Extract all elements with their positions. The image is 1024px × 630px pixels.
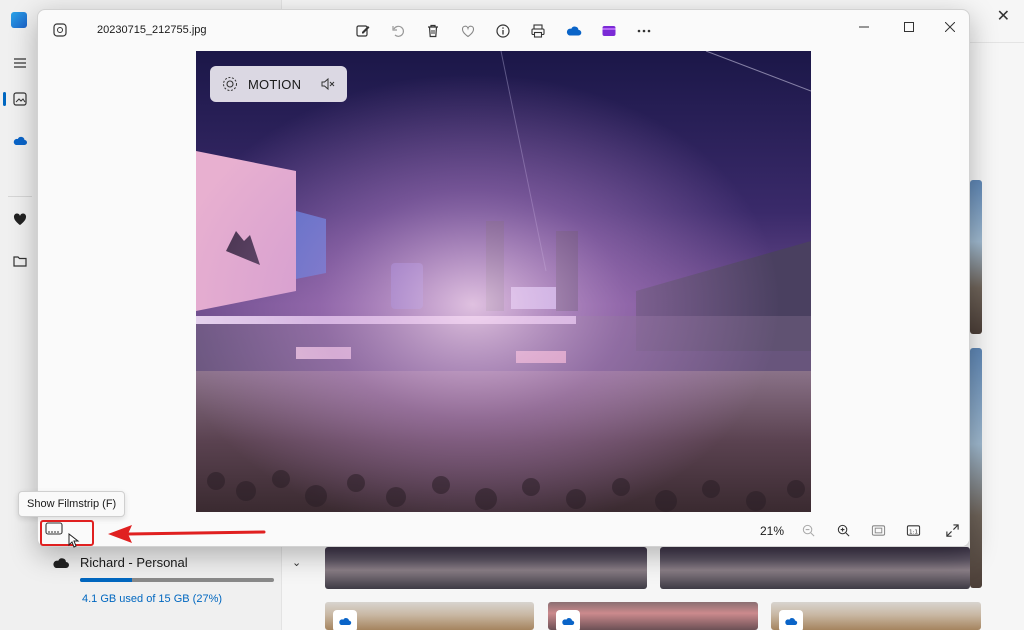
mute-icon[interactable] bbox=[321, 77, 335, 91]
gallery-icon[interactable] bbox=[9, 88, 31, 110]
photo-image[interactable] bbox=[196, 51, 811, 512]
cloud-icon bbox=[53, 558, 69, 568]
background-close-icon[interactable]: ✕ bbox=[997, 6, 1010, 26]
photos-app-icon bbox=[11, 12, 27, 28]
storage-usage[interactable]: 4.1 GB used of 15 GB (27%) bbox=[82, 593, 222, 605]
highlight-box bbox=[40, 520, 94, 546]
clipchamp-icon[interactable] bbox=[599, 21, 619, 41]
photo-thumbnail[interactable] bbox=[660, 547, 970, 589]
photo-thumbnail[interactable] bbox=[970, 180, 982, 334]
actual-size-icon[interactable]: 1:1 bbox=[904, 521, 922, 539]
onedrive-icon[interactable] bbox=[564, 21, 584, 41]
account-name: Richard - Personal bbox=[80, 555, 188, 570]
nav-active-indicator bbox=[3, 92, 6, 106]
zoom-level: 21% bbox=[760, 524, 785, 538]
filmstrip-tooltip: Show Filmstrip (F) bbox=[18, 491, 126, 517]
photo-viewer-window: 20230715_212755.jpg MOTION 21% 1:1 bbox=[37, 9, 970, 547]
viewer-app-icon bbox=[53, 23, 67, 37]
fit-icon[interactable] bbox=[869, 521, 887, 539]
cloud-badge-icon bbox=[333, 610, 357, 630]
photo-thumbnail[interactable] bbox=[325, 547, 647, 589]
photo-thumbnail[interactable] bbox=[325, 602, 534, 630]
concert-photo bbox=[196, 51, 811, 512]
delete-icon[interactable] bbox=[423, 21, 443, 41]
nav-divider bbox=[8, 196, 32, 197]
cloud-badge-icon bbox=[779, 610, 803, 630]
motion-label: MOTION bbox=[248, 76, 302, 92]
edit-icon[interactable] bbox=[353, 21, 373, 41]
mouse-cursor-icon bbox=[68, 533, 80, 548]
nav-rail bbox=[0, 0, 38, 630]
minimize-icon[interactable] bbox=[849, 15, 879, 39]
info-icon[interactable] bbox=[493, 21, 513, 41]
photo-thumbnail[interactable] bbox=[970, 348, 982, 588]
storage-bar-fill bbox=[80, 578, 133, 582]
folders-icon[interactable] bbox=[9, 250, 31, 272]
cloud-badge-icon bbox=[556, 610, 580, 630]
zoom-in-icon[interactable] bbox=[834, 521, 852, 539]
hamburger-menu-icon[interactable] bbox=[9, 52, 31, 74]
photo-thumbnail[interactable] bbox=[548, 602, 758, 630]
maximize-icon[interactable] bbox=[894, 15, 924, 39]
favorite-icon[interactable] bbox=[458, 21, 478, 41]
chevron-down-icon[interactable]: ⌄ bbox=[292, 556, 301, 569]
fullscreen-icon[interactable] bbox=[943, 521, 961, 539]
photo-thumbnail[interactable] bbox=[771, 602, 981, 630]
file-name: 20230715_212755.jpg bbox=[97, 24, 207, 36]
storage-bar bbox=[80, 578, 274, 582]
zoom-out-icon[interactable] bbox=[799, 521, 817, 539]
motion-icon bbox=[223, 77, 237, 91]
rotate-icon[interactable] bbox=[388, 21, 408, 41]
motion-photo-chip[interactable]: MOTION bbox=[210, 66, 347, 102]
red-arrow-icon bbox=[108, 525, 266, 543]
more-icon[interactable] bbox=[634, 21, 654, 41]
close-icon[interactable] bbox=[935, 15, 965, 39]
svg-text:1:1: 1:1 bbox=[908, 529, 917, 535]
favorites-icon[interactable] bbox=[9, 208, 31, 230]
onedrive-nav-icon[interactable] bbox=[9, 130, 31, 152]
print-icon[interactable] bbox=[528, 21, 548, 41]
